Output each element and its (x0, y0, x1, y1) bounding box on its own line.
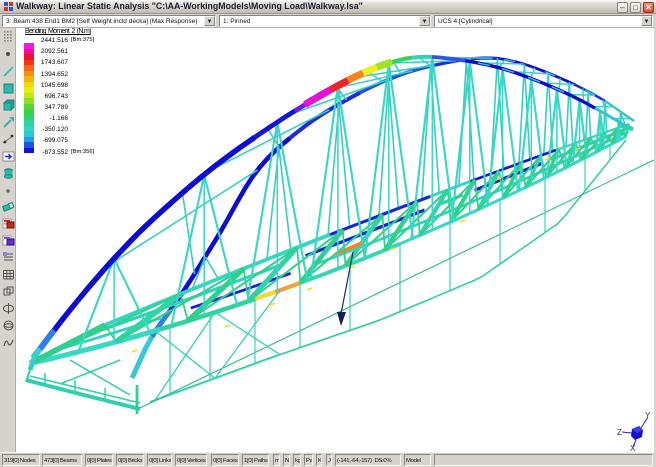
svg-text:Z: Z (617, 428, 622, 437)
svg-text:Y: Y (645, 411, 651, 420)
